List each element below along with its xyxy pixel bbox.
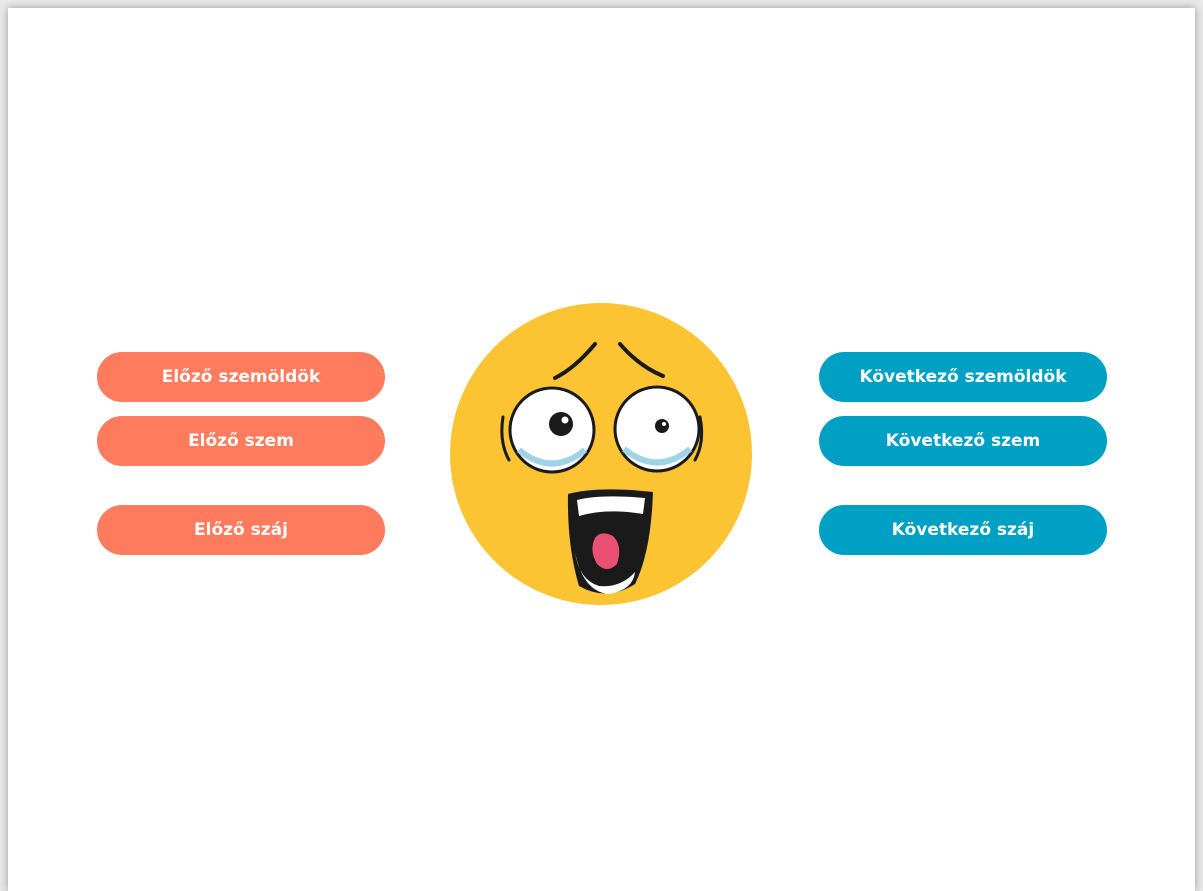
right-pupil: [655, 419, 669, 433]
next-eye-button[interactable]: Következő szem: [819, 416, 1107, 466]
app-canvas: Előző szemöldök Előző szem Előző száj Kö…: [8, 8, 1195, 891]
next-mouth-button[interactable]: Következő száj: [819, 505, 1107, 555]
next-eye-label: Következő szem: [885, 431, 1041, 451]
next-mouth-label: Következő száj: [891, 520, 1035, 540]
previous-eye-label: Előző szem: [188, 431, 294, 451]
previous-mouth-button[interactable]: Előző száj: [97, 505, 385, 555]
emoji-face: [449, 302, 753, 606]
scared-face-icon: [450, 303, 752, 605]
previous-mouth-label: Előző száj: [194, 520, 288, 540]
previous-eye-button[interactable]: Előző szem: [97, 416, 385, 466]
previous-eyebrow-button[interactable]: Előző szemöldök: [97, 352, 385, 402]
next-eyebrow-button[interactable]: Következő szemöldök: [819, 352, 1107, 402]
previous-eyebrow-label: Előző szemöldök: [161, 367, 321, 387]
next-eyebrow-label: Következő szemöldök: [859, 367, 1067, 387]
left-pupil: [549, 412, 573, 436]
